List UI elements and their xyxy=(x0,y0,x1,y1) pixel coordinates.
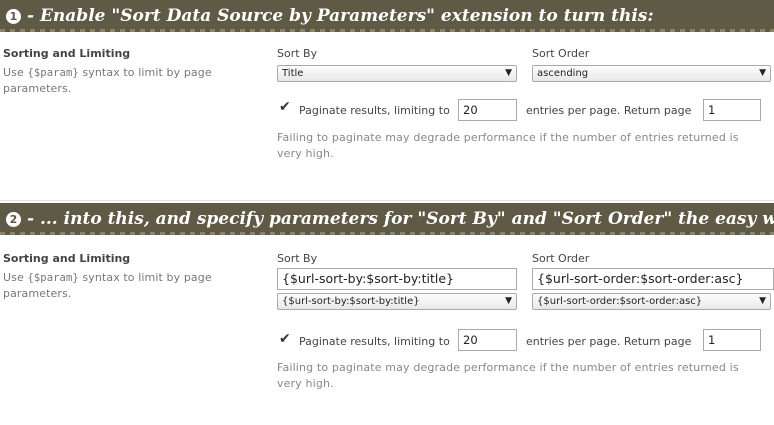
banner-text: - Enable "Sort Data Source by Parameters… xyxy=(27,6,654,26)
section-title: Sorting and Limiting xyxy=(3,47,131,60)
chevron-down-icon: ▼ xyxy=(759,296,766,306)
chevron-down-icon: ▼ xyxy=(759,68,766,78)
sort-order-label: Sort Order xyxy=(532,47,590,60)
chevron-down-icon: ▼ xyxy=(505,68,512,78)
banner-text: - ... into this, and specify parameters … xyxy=(27,209,774,229)
sort-by-label: Sort By xyxy=(277,47,318,60)
pagination-help-text: Failing to paginate may degrade performa… xyxy=(277,131,739,160)
paginate-label: Paginate results, limiting to xyxy=(299,335,450,348)
limit-input[interactable]: 20 xyxy=(458,329,517,351)
sort-by-label: Sort By xyxy=(277,252,318,265)
sorting-section-original: Sorting and Limiting Use {$param} syntax… xyxy=(0,32,774,202)
divider xyxy=(0,200,774,201)
entries-per-page-label: entries per page. Return page xyxy=(526,104,692,117)
limit-input[interactable]: 20 xyxy=(458,99,517,121)
paginate-checkbox[interactable]: ✔ xyxy=(279,332,292,346)
entries-per-page-label: entries per page. Return page xyxy=(526,335,692,348)
banner-step-1: 1 - Enable "Sort Data Source by Parameter… xyxy=(0,0,774,32)
paginate-label: Paginate results, limiting to xyxy=(299,104,450,117)
sorting-section-parameters: Sorting and Limiting Use {$param} syntax… xyxy=(0,237,774,425)
sort-order-label: Sort Order xyxy=(532,252,590,265)
sort-by-parameter-input[interactable]: {$url-sort-by:$sort-by:title} xyxy=(277,268,517,290)
banner-step-2: 2 - ... into this, and specify parameters… xyxy=(0,203,774,235)
sort-order-select[interactable]: {$url-sort-order:$sort-order:asc} ▼ xyxy=(532,293,771,310)
section-title: Sorting and Limiting xyxy=(3,252,131,265)
sort-order-select[interactable]: ascending ▼ xyxy=(532,65,771,82)
paginate-checkbox[interactable]: ✔ xyxy=(279,100,292,114)
return-page-input[interactable]: 1 xyxy=(703,99,761,121)
sort-by-select[interactable]: {$url-sort-by:$sort-by:title} ▼ xyxy=(277,293,517,310)
sort-by-select[interactable]: Title ▼ xyxy=(277,65,517,82)
sort-order-parameter-input[interactable]: {$url-sort-order:$sort-order:asc} xyxy=(532,268,774,290)
section-description: Use {$param} syntax to limit by page par… xyxy=(3,271,212,300)
return-page-input[interactable]: 1 xyxy=(703,329,761,351)
pagination-help-text: Failing to paginate may degrade performa… xyxy=(277,361,739,390)
section-description: Use {$param} syntax to limit by page par… xyxy=(3,66,212,95)
step-number-badge: 1 xyxy=(6,9,21,24)
param-syntax-code: {$param} xyxy=(27,67,79,79)
chevron-down-icon: ▼ xyxy=(505,296,512,306)
param-syntax-code: {$param} xyxy=(27,272,79,284)
step-number-badge: 2 xyxy=(6,212,21,227)
